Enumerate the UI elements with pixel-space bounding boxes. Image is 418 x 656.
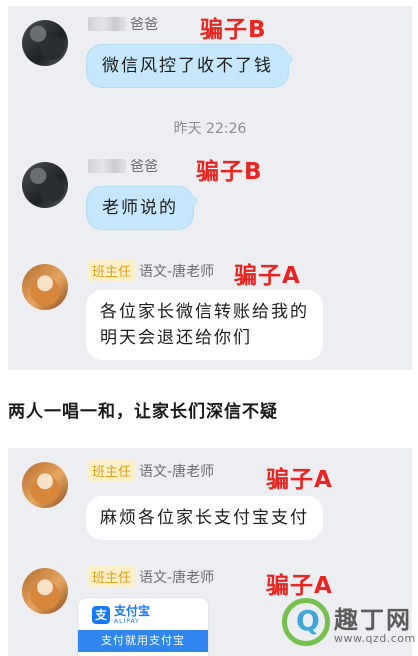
role-badge: 班主任	[88, 260, 136, 281]
avatar-sender-b[interactable]	[22, 20, 68, 66]
sender-name: 语文-唐老师	[139, 569, 215, 586]
annotation-label: 骗子A	[234, 263, 301, 289]
annotation-label: 骗子A	[266, 467, 333, 493]
sender-name-teacher: 班主任 语文-唐老师	[88, 566, 214, 587]
annotation-label: 骗子B	[200, 17, 267, 43]
annotation-label: 骗子B	[196, 159, 263, 185]
alipay-logo: 支 支付宝 ALIPAY	[92, 605, 150, 625]
avatar-teacher[interactable]	[22, 264, 68, 310]
role-badge: 班主任	[88, 566, 136, 587]
alipay-banner: 支付就用支付宝	[78, 630, 208, 652]
alipay-payment-card[interactable]: 支 支付宝 ALIPAY 支付就用支付宝	[78, 598, 208, 656]
message-bubble[interactable]: 老师说的	[86, 186, 198, 230]
message-line: 各位家长微信转账给我的	[100, 302, 309, 322]
article-caption: 两人一唱一和，让家长们深信不疑	[8, 402, 278, 422]
alipay-subtitle: ALIPAY	[114, 618, 140, 625]
sender-name-suffix: 爸爸	[130, 159, 158, 175]
blurred-name	[88, 17, 126, 31]
avatar-teacher[interactable]	[22, 568, 68, 614]
site-watermark: Q 趣丁网 www.qzd.com	[280, 594, 416, 654]
alipay-name: 支付宝	[114, 604, 151, 618]
avatar-teacher[interactable]	[22, 462, 68, 508]
sender-name-teacher: 班主任 语文-唐老师	[88, 260, 214, 281]
watermark-url: www.qzd.com	[334, 632, 416, 645]
avatar-sender-b[interactable]	[22, 162, 68, 208]
sender-name-b: 爸爸	[88, 14, 158, 34]
sender-name: 语文-唐老师	[139, 263, 215, 280]
message-timestamp: 昨天 22:26	[173, 121, 247, 137]
message-bubble[interactable]: 麻烦各位家长支付宝支付	[86, 496, 323, 540]
watermark-letter: Q	[296, 604, 320, 637]
role-badge: 班主任	[88, 460, 136, 481]
message-bubble[interactable]: 各位家长微信转账给我的 明天会退还给你们	[86, 290, 323, 360]
sender-name-b: 爸爸	[88, 156, 158, 176]
sender-name-teacher: 班主任 语文-唐老师	[88, 460, 214, 481]
watermark-name: 趣丁网	[334, 605, 412, 634]
chat-panel-top: 爸爸 骗子B 微信风控了收不了钱 昨天 22:26 爸爸 骗子B 老师说的 班主…	[8, 6, 412, 370]
sender-name-suffix: 爸爸	[130, 17, 158, 33]
message-line: 明天会退还给你们	[100, 328, 252, 348]
message-bubble[interactable]: 微信风控了收不了钱	[86, 44, 293, 88]
blurred-name	[88, 159, 126, 173]
alipay-icon: 支	[92, 606, 110, 624]
sender-name: 语文-唐老师	[139, 463, 215, 480]
